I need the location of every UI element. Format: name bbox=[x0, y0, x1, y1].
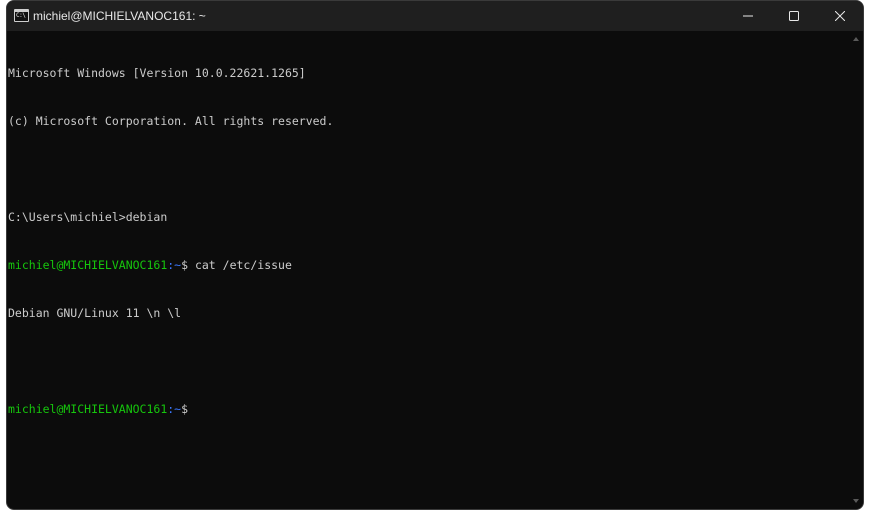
window-controls bbox=[725, 1, 863, 31]
terminal-window: C:\ michiel@MICHIELVANOC161: ~ Microsoft… bbox=[6, 0, 864, 510]
prompt-user: michiel@MICHIELVANOC161 bbox=[8, 258, 168, 272]
prompt-path: :~ bbox=[167, 258, 182, 272]
minimize-icon bbox=[743, 15, 753, 17]
minimize-button[interactable] bbox=[725, 1, 771, 31]
close-button[interactable] bbox=[817, 1, 863, 31]
title-bar[interactable]: C:\ michiel@MICHIELVANOC161: ~ bbox=[7, 1, 863, 31]
scroll-up-icon[interactable] bbox=[852, 35, 860, 43]
terminal-line: (c) Microsoft Corporation. All rights re… bbox=[8, 114, 334, 128]
maximize-icon bbox=[789, 11, 799, 21]
terminal-line: Microsoft Windows [Version 10.0.22621.12… bbox=[8, 66, 306, 80]
window-title: michiel@MICHIELVANOC161: ~ bbox=[33, 9, 206, 23]
prompt-line: michiel@MICHIELVANOC161:~$ bbox=[8, 401, 849, 417]
terminal-output[interactable]: Microsoft Windows [Version 10.0.22621.12… bbox=[7, 31, 849, 509]
terminal-line: C:\Users\michiel>debian bbox=[8, 210, 168, 224]
console-icon-glyph: C:\ bbox=[16, 12, 26, 19]
prompt-command: $ cat /etc/issue bbox=[181, 258, 292, 272]
console-icon[interactable]: C:\ bbox=[14, 9, 29, 22]
close-icon bbox=[835, 11, 845, 21]
prompt-user: michiel@MICHIELVANOC161 bbox=[8, 402, 168, 416]
prompt-line: michiel@MICHIELVANOC161:~$ cat /etc/issu… bbox=[8, 257, 849, 273]
prompt-path: :~ bbox=[167, 402, 182, 416]
scroll-down-icon[interactable] bbox=[852, 497, 860, 505]
terminal-line: Debian GNU/Linux 11 \n \l bbox=[8, 306, 182, 320]
maximize-button[interactable] bbox=[771, 1, 817, 31]
vertical-scrollbar[interactable] bbox=[849, 31, 863, 509]
prompt-command: $ bbox=[181, 402, 189, 416]
